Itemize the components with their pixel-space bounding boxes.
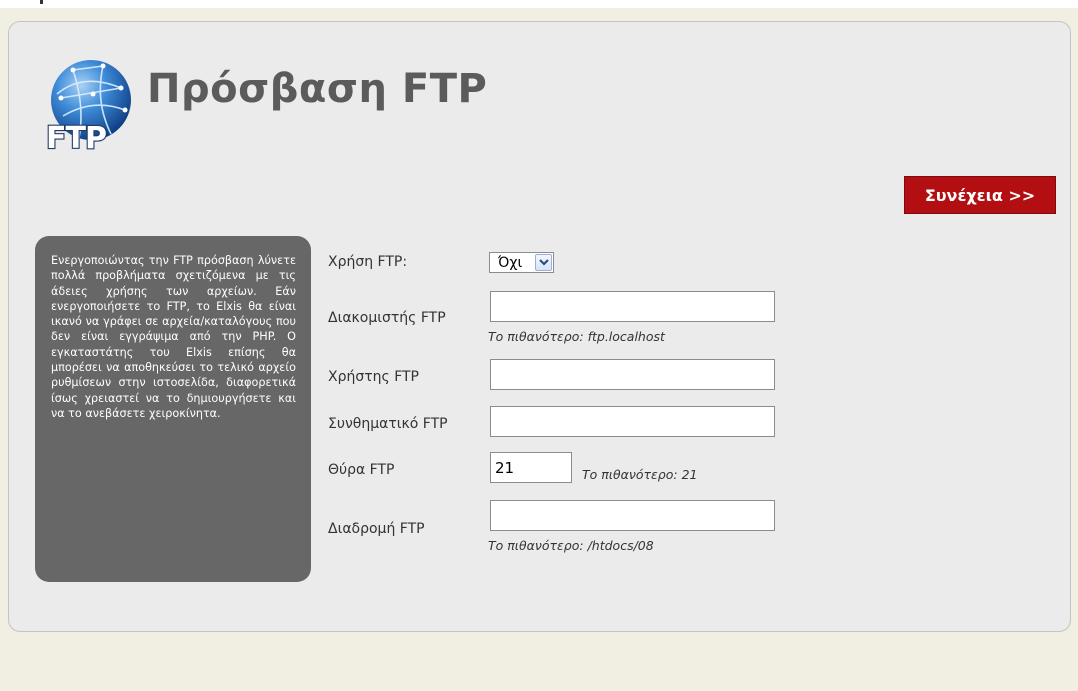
password-input[interactable] [490, 406, 775, 437]
continue-button[interactable]: Συνέχεια >> [904, 176, 1056, 214]
use-ftp-label: Χρήση FTP: [328, 254, 408, 270]
password-label: Συνθηματικό FTP [328, 416, 448, 432]
port-label: Θύρα FTP [328, 462, 395, 478]
info-box: Ενεργοποιώντας την FTP πρόσβαση λύνετε π… [35, 236, 311, 582]
path-input[interactable] [490, 500, 775, 531]
host-label: Διακομιστής FTP [328, 310, 446, 326]
chevron-down-icon[interactable] [535, 254, 552, 271]
chevron-down-glyph [538, 259, 549, 266]
page-title: Πρόσβαση FTP [147, 66, 488, 112]
user-input[interactable] [490, 359, 775, 390]
host-hint: Το πιθανότερο: ftp.localhost [488, 329, 665, 344]
use-ftp-select[interactable]: Όχι [489, 252, 554, 273]
top-dash [40, 0, 43, 4]
path-hint: Το πιθανότερο: /htdocs/08 [488, 538, 654, 553]
use-ftp-select-value: Όχι [498, 254, 523, 271]
port-input[interactable] [490, 452, 572, 483]
port-hint: Το πιθανότερο: 21 [582, 467, 698, 482]
ftp-globe-icon: FTP [45, 60, 131, 154]
top-strip [0, 0, 1078, 8]
logo-text: FTP [46, 121, 106, 154]
user-label: Χρήστης FTP [328, 369, 419, 385]
host-input[interactable] [490, 291, 775, 322]
path-label: Διαδρομή FTP [328, 521, 425, 537]
